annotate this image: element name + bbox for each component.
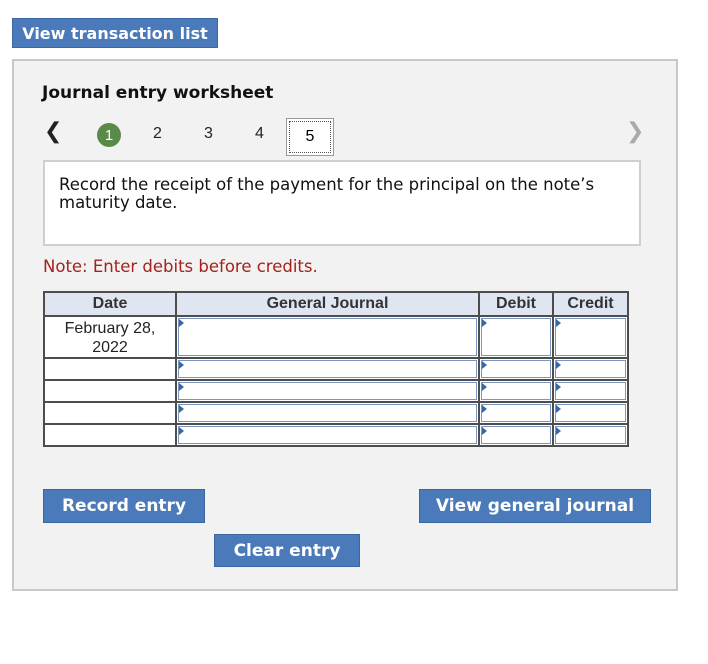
journal-input[interactable] <box>175 357 480 381</box>
step-1-button[interactable]: 1 <box>97 123 121 147</box>
debit-input[interactable] <box>478 423 554 447</box>
table-row <box>43 357 629 381</box>
table-row <box>43 379 629 403</box>
credit-input[interactable] <box>552 315 629 359</box>
journal-entry-panel: Journal entry worksheet ❮ 1 2 3 4 5 ❯ Re… <box>12 59 678 591</box>
step-2-button[interactable]: 2 <box>153 125 162 143</box>
debit-input[interactable] <box>478 315 554 359</box>
worksheet-title: Journal entry worksheet <box>42 83 274 103</box>
credit-input[interactable] <box>552 357 629 381</box>
date-cell: February 28, 2022 <box>43 315 177 359</box>
date-cell[interactable] <box>43 423 177 447</box>
journal-input[interactable] <box>175 379 480 403</box>
table-row <box>43 401 629 425</box>
step-4-button[interactable]: 4 <box>255 125 264 143</box>
view-transaction-list-button[interactable]: View transaction list <box>12 18 218 48</box>
journal-input[interactable] <box>175 315 480 359</box>
chevron-left-icon[interactable]: ❮ <box>44 121 62 143</box>
date-cell[interactable] <box>43 401 177 425</box>
table-row <box>43 423 629 447</box>
record-entry-button[interactable]: Record entry <box>43 489 205 523</box>
debit-input[interactable] <box>478 401 554 425</box>
journal-input[interactable] <box>175 401 480 425</box>
date-cell[interactable] <box>43 357 177 381</box>
debit-input[interactable] <box>478 357 554 381</box>
header-debit: Debit <box>478 291 554 317</box>
clear-entry-button[interactable]: Clear entry <box>214 534 360 567</box>
credit-input[interactable] <box>552 423 629 447</box>
date-cell[interactable] <box>43 379 177 403</box>
table-header-row: Date General Journal Debit Credit <box>43 291 629 317</box>
table-row: February 28, 2022 <box>43 315 629 359</box>
step-3-button[interactable]: 3 <box>204 125 213 143</box>
note-text: Note: Enter debits before credits. <box>43 257 318 276</box>
date-value: February 28, 2022 <box>64 320 156 356</box>
credit-input[interactable] <box>552 401 629 425</box>
header-general-journal: General Journal <box>175 291 480 317</box>
view-general-journal-button[interactable]: View general journal <box>419 489 651 523</box>
debit-input[interactable] <box>478 379 554 403</box>
header-credit: Credit <box>552 291 629 317</box>
header-date: Date <box>43 291 177 317</box>
journal-table: Date General Journal Debit Credit Februa… <box>43 291 629 447</box>
chevron-right-icon[interactable]: ❯ <box>626 121 644 143</box>
credit-input[interactable] <box>552 379 629 403</box>
instruction-box: Record the receipt of the payment for th… <box>43 160 641 246</box>
step-5-button[interactable]: 5 <box>286 118 334 156</box>
journal-input[interactable] <box>175 423 480 447</box>
